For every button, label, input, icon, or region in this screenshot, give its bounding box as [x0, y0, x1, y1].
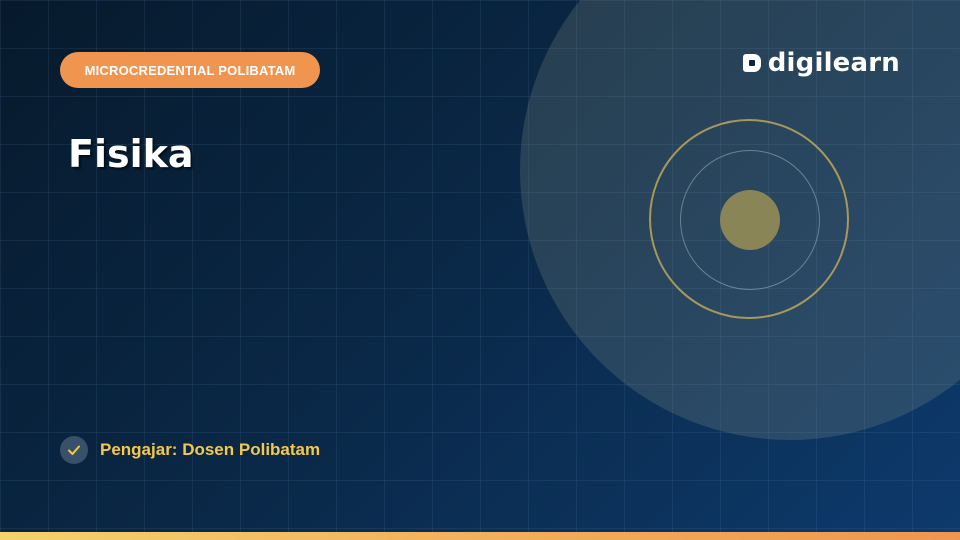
decorative-core-dot	[720, 190, 780, 250]
program-badge: MICROCREDENTIAL POLIBATAM	[60, 52, 320, 88]
brand-name: digilearn	[767, 48, 900, 78]
program-badge-label: MICROCREDENTIAL POLIBATAM	[84, 62, 296, 78]
check-icon	[60, 436, 88, 464]
instructor-line: Pengajar: Dosen Polibatam	[60, 436, 320, 464]
bottom-accent-bar	[0, 532, 960, 540]
course-title: Fisika	[68, 132, 194, 176]
instructor-label: Pengajar: Dosen Polibatam	[100, 440, 321, 459]
brand-logo: digilearn	[742, 48, 900, 78]
digilearn-logo-icon	[742, 53, 762, 73]
slide-canvas: MICROCREDENTIAL POLIBATAM Fisika digilea…	[0, 0, 960, 540]
